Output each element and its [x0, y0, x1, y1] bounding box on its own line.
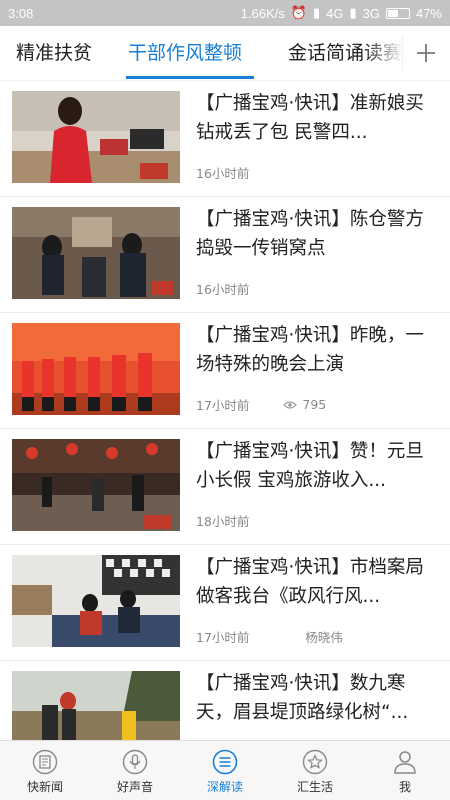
- news-item[interactable]: 【广播宝鸡·快讯】昨晚，一场特殊的晚会上演 17小时前 795: [0, 313, 450, 429]
- news-time: 16小时前: [196, 282, 250, 297]
- news-author: 杨晓伟: [305, 630, 343, 645]
- nav-hui-shenghuo[interactable]: 汇生活: [270, 741, 360, 800]
- status-bar: 3:08 1.66K/s ⏰ ▮ 4G ▮ 3G 47%: [0, 0, 450, 26]
- channel-tab-bar: 精准扶贫 干部作风整顿 金话简诵读赛: [0, 26, 450, 80]
- network-speed: 1.66K/s: [240, 5, 285, 21]
- news-title[interactable]: 【广播宝鸡·快讯】陈仓警方捣毁一传销窝点: [196, 205, 434, 263]
- status-indicators: 1.66K/s ⏰ ▮ 4G ▮ 3G 47%: [241, 5, 442, 21]
- news-title[interactable]: 【广播宝鸡·快讯】准新娘买钻戒丢了包 民警四...: [196, 89, 434, 147]
- news-thumbnail: [12, 323, 180, 415]
- microphone-icon: [122, 749, 148, 775]
- network-4g: 4G: [326, 5, 344, 21]
- news-time: 17小时前: [196, 398, 250, 413]
- news-title[interactable]: 【广播宝鸡·快讯】昨晚，一场特殊的晚会上演: [196, 321, 434, 379]
- menu-lines-icon: [212, 749, 238, 775]
- news-time: 16小时前: [196, 166, 250, 181]
- signal-icon: ▮: [312, 5, 321, 20]
- news-title[interactable]: 【广播宝鸡·快讯】数九寒天，眉县堤顶路绿化树“...: [196, 669, 434, 727]
- news-item[interactable]: 【广播宝鸡·快讯】陈仓警方捣毁一传销窝点 16小时前: [0, 197, 450, 313]
- nav-label: 我: [398, 780, 411, 794]
- news-thumbnail: [12, 439, 180, 531]
- news-title[interactable]: 【广播宝鸡·快讯】市档案局做客我台《政风行风...: [196, 553, 434, 611]
- views-value: 795: [302, 397, 327, 412]
- news-thumbnail: [12, 555, 180, 647]
- news-title[interactable]: 【广播宝鸡·快讯】赞！元旦小长假 宝鸡旅游收入...: [196, 437, 434, 495]
- views-count: 795: [283, 397, 326, 412]
- signal-icon-2: ▮: [349, 5, 357, 20]
- nav-label: 汇生活: [296, 780, 333, 794]
- user-icon: [394, 751, 416, 774]
- add-channel-button[interactable]: [402, 26, 450, 80]
- bottom-navigation: 快新闻 好声音 深解读 汇生活 我: [0, 740, 450, 800]
- tab-jingzhun-fupin[interactable]: 精准扶贫: [16, 38, 92, 65]
- news-meta: 18小时前: [196, 511, 249, 530]
- news-meta: 17小时前 杨晓伟: [196, 627, 343, 646]
- nav-wo[interactable]: 我: [360, 741, 450, 800]
- nav-shen-jiedu[interactable]: 深解读: [180, 741, 270, 800]
- status-time: 3:08: [8, 5, 34, 21]
- nav-label: 快新闻: [26, 780, 63, 794]
- news-meta: 16小时前: [196, 163, 249, 182]
- network-3g: 3G: [362, 5, 380, 21]
- nav-kuai-xinwen[interactable]: 快新闻: [0, 741, 90, 800]
- star-icon: [302, 749, 328, 775]
- news-time: 17小时前: [196, 630, 250, 645]
- plus-icon: [417, 44, 435, 62]
- news-item[interactable]: 【广播宝鸡·快讯】市档案局做客我台《政风行风... 17小时前 杨晓伟: [0, 545, 450, 661]
- battery-level: 47%: [415, 5, 442, 21]
- tab-fade-overlay: [364, 26, 404, 80]
- battery-icon: [385, 7, 410, 19]
- news-item[interactable]: 【广播宝鸡·快讯】赞！元旦小长假 宝鸡旅游收入... 18小时前: [0, 429, 450, 545]
- alarm-icon: ⏰: [290, 5, 307, 20]
- news-meta: 17小时前 795: [196, 395, 326, 414]
- nav-hao-shengyin[interactable]: 好声音: [90, 741, 180, 800]
- eye-icon: [283, 400, 298, 409]
- nav-label: 深解读: [206, 780, 243, 794]
- news-item[interactable]: 【广播宝鸡·快讯】准新娘买钻戒丢了包 民警四... 16小时前: [0, 81, 450, 197]
- nav-label: 好声音: [116, 780, 153, 794]
- newspaper-icon: [32, 749, 58, 775]
- news-list[interactable]: 【广播宝鸡·快讯】准新娘买钻戒丢了包 民警四... 16小时前 【广播宝鸡·快讯…: [0, 80, 450, 740]
- news-thumbnail: [12, 671, 180, 740]
- news-meta: 16小时前: [196, 279, 249, 298]
- news-thumbnail: [12, 91, 180, 183]
- news-item[interactable]: 【广播宝鸡·快讯】数九寒天，眉县堤顶路绿化树“...: [0, 661, 450, 740]
- news-thumbnail: [12, 207, 180, 299]
- news-time: 18小时前: [196, 514, 250, 529]
- tab-ganbu-zuofeng[interactable]: 干部作风整顿: [128, 38, 242, 65]
- active-tab-indicator: [126, 76, 254, 79]
